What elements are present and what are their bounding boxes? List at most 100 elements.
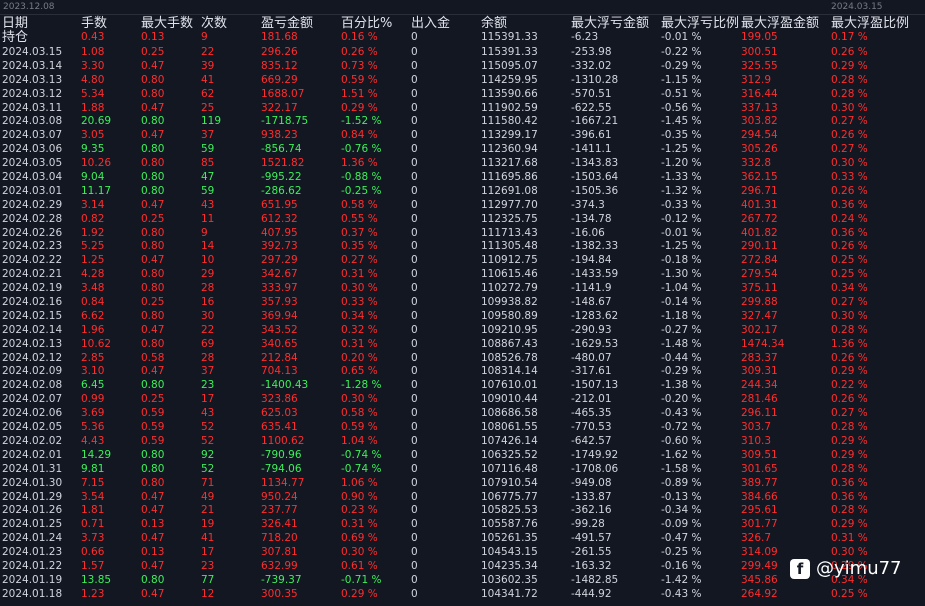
cell-percent: 0.59 %	[341, 73, 378, 86]
cell-max-float-profit: 299.88	[741, 296, 778, 309]
cell-lots: 1.81	[81, 504, 105, 517]
cell-max-float-profit: 316.44	[741, 87, 778, 100]
cell-lots: 4.43	[81, 434, 105, 447]
cell-percent: 1.36 %	[341, 157, 378, 170]
cell-max-lots: 0.80	[141, 337, 165, 350]
header-max-float-profit: 最大浮盈金额	[741, 16, 820, 31]
table-row: 2024.02.14 1.96 0.47 22 343.52 0.32 % 0 109210.…	[0, 324, 925, 338]
cell-pnl: 407.95	[261, 226, 298, 239]
cell-count: 37	[201, 129, 215, 142]
cell-max-float-loss-pct: -0.47 %	[661, 532, 702, 545]
table-row: 2024.03.13 4.80 0.80 41 669.29 0.59 % 0 114259.…	[0, 74, 925, 88]
cell-percent: 0.27 %	[341, 254, 378, 267]
cell-max-float-loss-pct: -0.12 %	[661, 212, 702, 225]
cell-count: 17	[201, 546, 215, 559]
cell-pnl: 635.41	[261, 421, 298, 434]
table-row: 2024.02.07 0.99 0.25 17 323.86 0.30 % 0 109010.…	[0, 393, 925, 407]
cell-percent: 1.04 %	[341, 434, 378, 447]
cell-balance: 105587.76	[481, 518, 538, 531]
cell-max-lots: 0.47	[141, 365, 165, 378]
cell-date: 2024.01.30	[2, 476, 63, 489]
cell-max-lots: 0.47	[141, 198, 165, 211]
cell-count: 59	[201, 143, 215, 156]
cell-count: 39	[201, 59, 215, 72]
cell-pnl: -286.62	[261, 184, 302, 197]
cell-lots: 4.80	[81, 73, 105, 86]
cell-cash-flow: 0	[411, 587, 418, 600]
cell-date: 2024.03.05	[2, 157, 63, 170]
cell-lots: 3.05	[81, 129, 105, 142]
cell-count: 28	[201, 282, 215, 295]
cell-max-lots: 0.80	[141, 309, 165, 322]
time-scale-bar: 2023.12.08 2024.03.15	[0, 0, 925, 15]
cell-max-float-profit-pct: 0.28 %	[831, 323, 868, 336]
cell-percent: 0.31 %	[341, 518, 378, 531]
cell-balance: 104341.72	[481, 587, 538, 600]
cell-pnl: 1521.82	[261, 157, 305, 170]
cell-percent: -0.76 %	[341, 143, 382, 156]
cell-cash-flow: 0	[411, 337, 418, 350]
cell-max-float-profit: 375.11	[741, 282, 778, 295]
cell-max-float-loss: -642.57	[571, 434, 612, 447]
cell-lots: 9.81	[81, 462, 105, 475]
cell-percent: -0.88 %	[341, 171, 382, 184]
cell-max-float-loss-pct: -0.16 %	[661, 559, 702, 572]
cell-max-float-profit-pct: 0.29 %	[831, 365, 868, 378]
cell-date: 2024.03.14	[2, 59, 63, 72]
cell-max-float-loss: -622.55	[571, 101, 612, 114]
cell-max-float-loss: -396.61	[571, 129, 612, 142]
cell-max-float-loss: -163.32	[571, 559, 612, 572]
cell-date: 2024.02.15	[2, 309, 63, 322]
cell-cash-flow: 0	[411, 240, 418, 253]
header-max-float-loss: 最大浮亏金额	[571, 16, 650, 31]
cell-percent: 0.58 %	[341, 407, 378, 420]
cell-max-float-profit: 303.7	[741, 421, 772, 434]
cell-balance: 106325.52	[481, 448, 538, 461]
cell-percent: 0.23 %	[341, 504, 378, 517]
cell-lots: 0.82	[81, 212, 105, 225]
cell-max-float-loss: -1708.06	[571, 462, 619, 475]
cell-max-float-loss-pct: -1.42 %	[661, 573, 702, 586]
cell-count: 23	[201, 379, 215, 392]
cell-max-float-loss-pct: -1.15 %	[661, 73, 702, 86]
cell-max-float-profit: 326.7	[741, 532, 772, 545]
cell-max-float-profit-pct: 0.22 %	[831, 379, 868, 392]
cell-max-float-loss-pct: -0.44 %	[661, 351, 702, 364]
cell-percent: -0.25 %	[341, 184, 382, 197]
table-row: 2024.01.31 9.81 0.80 52 -794.06 -0.74 % 0 10711…	[0, 463, 925, 477]
cell-percent: 0.73 %	[341, 59, 378, 72]
cell-max-float-profit: 303.82	[741, 115, 778, 128]
cell-max-lots: 0.80	[141, 171, 165, 184]
cell-date: 2024.01.25	[2, 518, 63, 531]
cell-max-lots: 0.47	[141, 59, 165, 72]
cell-percent: 0.20 %	[341, 351, 378, 364]
cell-max-float-profit-pct: 0.27 %	[831, 115, 868, 128]
table-row: 2024.02.22 1.25 0.47 10 297.29 0.27 % 0 110912.…	[0, 254, 925, 268]
cell-cash-flow: 0	[411, 462, 418, 475]
cell-percent: -0.74 %	[341, 448, 382, 461]
watermark: f @yimu77	[790, 556, 902, 582]
cell-max-lots: 0.80	[141, 143, 165, 156]
cell-max-float-loss: -1507.13	[571, 379, 619, 392]
cell-date: 2024.02.19	[2, 282, 63, 295]
table-row: 2024.03.04 9.04 0.80 47 -995.22 -0.88 % 0 11169…	[0, 171, 925, 185]
cell-cash-flow: 0	[411, 143, 418, 156]
stats-table-body: 2024.03.15 1.08 0.25 22 296.26 0.26 % 0 115391.…	[0, 46, 925, 602]
cell-lots: 9.04	[81, 171, 105, 184]
cell-pnl: 340.65	[261, 337, 298, 350]
cell-balance: 111695.86	[481, 171, 538, 184]
cell-date: 2024.02.08	[2, 379, 63, 392]
cell-percent: 0.32 %	[341, 323, 378, 336]
cell-max-float-loss: -332.02	[571, 59, 612, 72]
cell-percent: 0.30 %	[341, 282, 378, 295]
cell-date: 2024.02.22	[2, 254, 63, 267]
cell-count: 52	[201, 421, 215, 434]
cell-max-float-loss: -317.61	[571, 365, 612, 378]
cell-max-float-profit: 296.71	[741, 184, 778, 197]
table-row: 2024.02.05 5.36 0.59 52 635.41 0.59 % 0 108061.…	[0, 421, 925, 435]
cell-cash-flow: 0	[411, 268, 418, 281]
cell-max-lots: 0.47	[141, 101, 165, 114]
cell-max-float-profit: 345.86	[741, 573, 778, 586]
cell-date: 2024.03.11	[2, 101, 63, 114]
hold-max-float-profit-pct: 0.17 %	[831, 31, 868, 43]
